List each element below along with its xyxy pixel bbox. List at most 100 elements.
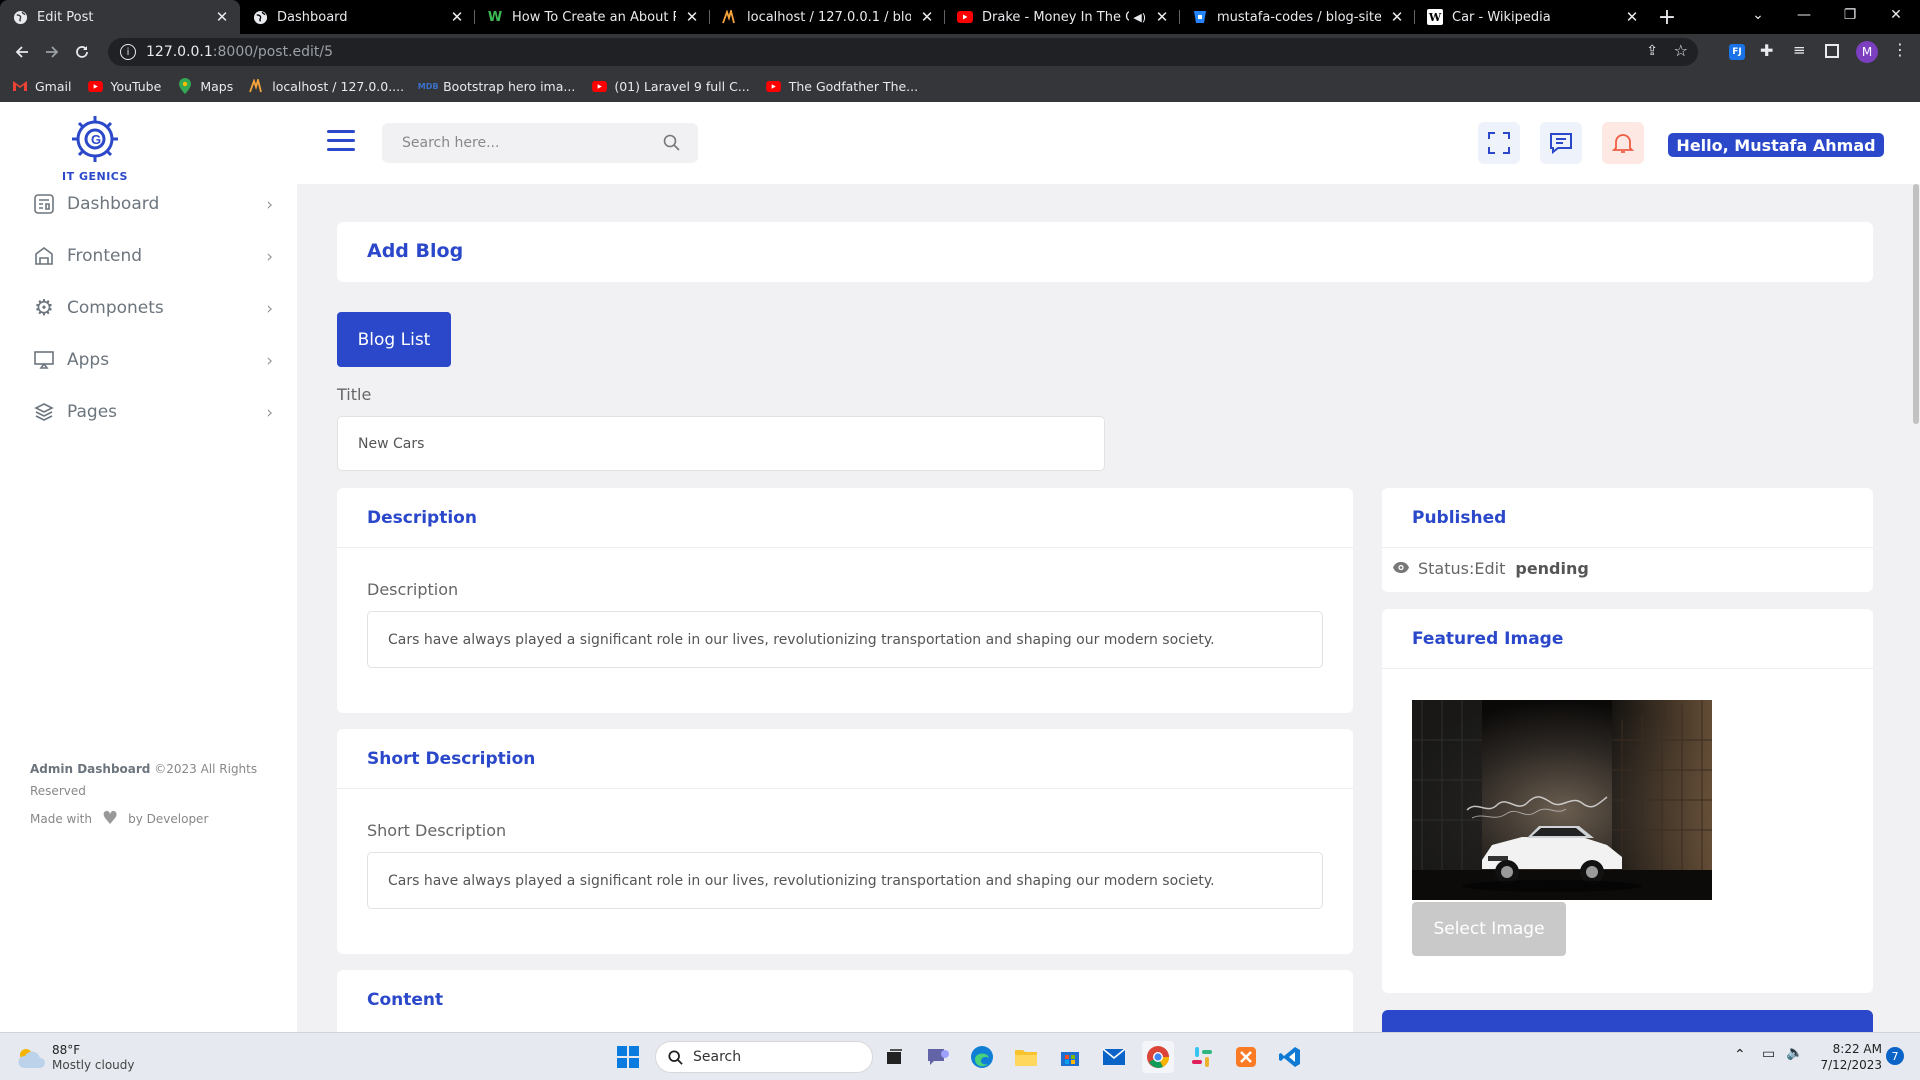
tab-dashboard[interactable]: Dashboard ✕ xyxy=(240,0,475,34)
status-badge: pending xyxy=(1515,559,1589,578)
close-tab-icon[interactable]: ✕ xyxy=(919,8,935,26)
search-placeholder: Search here... xyxy=(402,135,500,151)
minimize-button[interactable]: — xyxy=(1781,0,1827,30)
info-icon[interactable]: i xyxy=(120,44,136,60)
slack-icon[interactable] xyxy=(1186,1041,1218,1073)
notifications-button[interactable] xyxy=(1602,122,1644,164)
side-panel-icon[interactable] xyxy=(1825,44,1839,58)
title-input[interactable]: New Cars xyxy=(337,416,1105,471)
layers-icon xyxy=(33,401,55,423)
mail-icon[interactable] xyxy=(1098,1041,1130,1073)
clock[interactable]: 8:22 AM 7/12/2023 xyxy=(1812,1041,1882,1073)
url-field[interactable]: i 127.0.0.1:8000/post.edit/5 ⇪ ☆ xyxy=(108,38,1698,66)
short-description-input[interactable]: Cars have always played a significant ro… xyxy=(367,852,1323,909)
search-icon[interactable] xyxy=(663,134,680,155)
fullscreen-icon xyxy=(1488,132,1510,154)
new-tab-button[interactable]: + xyxy=(1650,0,1684,34)
weather-widget[interactable]: 88°F Mostly cloudy xyxy=(16,1043,135,1073)
notification-badge[interactable]: 7 xyxy=(1886,1047,1904,1065)
tab-phpmyadmin[interactable]: localhost / 127.0.0.1 / blog / pos ✕ xyxy=(710,0,945,34)
gear-logo-icon: G xyxy=(72,116,118,162)
description-input[interactable]: Cars have always played a significant ro… xyxy=(367,611,1323,668)
file-explorer-icon[interactable] xyxy=(1010,1041,1042,1073)
restore-button[interactable]: ❐ xyxy=(1827,0,1873,30)
media-control-icon[interactable]: ≡ xyxy=(1793,41,1806,59)
footer-copyright: Admin Dashboard ©2023 All Rights Reserve… xyxy=(30,758,270,802)
forward-arrow-icon[interactable] xyxy=(37,37,67,67)
gear-icon: ⚙ xyxy=(34,295,54,321)
description-card: Description Description Cars have always… xyxy=(337,488,1353,713)
user-greeting[interactable]: Hello, Mustafa Ahmad xyxy=(1668,133,1884,157)
scrollbar-thumb[interactable] xyxy=(1913,184,1919,424)
bookmark-gmail[interactable]: Gmail xyxy=(12,78,71,94)
tab-search-icon[interactable]: ⌄ xyxy=(1735,0,1781,30)
tab-about-page[interactable]: W How To Create an About Page ✕ xyxy=(475,0,710,34)
bookmark-star-icon[interactable]: ☆ xyxy=(1674,41,1688,60)
close-window-button[interactable]: ✕ xyxy=(1873,0,1919,30)
network-icon[interactable]: ▭ xyxy=(1762,1046,1775,1062)
share-icon[interactable]: ⇪ xyxy=(1646,43,1658,59)
chrome-icon[interactable] xyxy=(1142,1041,1174,1073)
microsoft-store-icon[interactable] xyxy=(1054,1041,1086,1073)
speaker-icon[interactable]: ◀) xyxy=(1133,11,1146,24)
logo[interactable]: G IT GENICS xyxy=(60,110,130,183)
edge-icon[interactable] xyxy=(966,1041,998,1073)
extension-fj-icon[interactable]: FJ xyxy=(1729,44,1745,60)
vscode-icon[interactable] xyxy=(1274,1041,1306,1073)
scrollbar[interactable] xyxy=(1912,184,1920,1032)
chat-icon xyxy=(1550,133,1572,154)
description-value: Cars have always played a significant ro… xyxy=(388,631,1215,648)
close-tab-icon[interactable]: ✕ xyxy=(214,8,230,26)
close-tab-icon[interactable]: ✕ xyxy=(1389,8,1405,26)
bookmark-godfather[interactable]: The Godfather The... xyxy=(766,78,918,94)
search-icon xyxy=(668,1049,683,1065)
page-title: Add Blog xyxy=(367,240,464,262)
close-tab-icon[interactable]: ✕ xyxy=(1624,8,1640,26)
volume-icon[interactable]: 🔈 xyxy=(1786,1045,1803,1061)
featured-image-preview xyxy=(1412,700,1712,900)
hamburger-menu-icon[interactable] xyxy=(327,130,355,152)
close-tab-icon[interactable]: ✕ xyxy=(449,8,465,26)
taskbar: 88°F Mostly cloudy Search ⌃ ▭ 🔈 8:22 AM … xyxy=(0,1032,1920,1080)
teams-chat-icon[interactable] xyxy=(922,1041,954,1073)
bookmark-localhost[interactable]: localhost / 127.0.0.... xyxy=(249,78,404,94)
bookmark-bootstrap[interactable]: MDB Bootstrap hero ima... xyxy=(418,78,576,94)
submit-button[interactable] xyxy=(1382,1010,1873,1032)
tab-bitbucket[interactable]: mustafa-codes / blog-site — Bit ✕ xyxy=(1180,0,1415,34)
sidebar-item-componets[interactable]: ⚙ Componets › xyxy=(33,288,273,328)
content-card: Content xyxy=(337,970,1353,1032)
sidebar-item-dashboard[interactable]: Dashboard › xyxy=(33,184,273,224)
sidebar: G IT GENICS Dashboard › Frontend › ⚙ Com… xyxy=(0,102,297,1032)
taskbar-search[interactable]: Search xyxy=(655,1041,873,1073)
select-image-button[interactable]: Select Image xyxy=(1412,902,1566,956)
search-input[interactable]: Search here... xyxy=(382,123,698,163)
bookmark-maps[interactable]: Maps xyxy=(177,78,233,94)
reload-icon[interactable] xyxy=(67,37,97,67)
bookmark-label: Maps xyxy=(200,78,234,94)
messages-button[interactable] xyxy=(1540,122,1582,164)
bookmark-label: Gmail xyxy=(35,78,72,94)
bookmark-youtube[interactable]: YouTube xyxy=(87,78,161,94)
sidebar-item-label: Frontend xyxy=(67,246,143,266)
close-tab-icon[interactable]: ✕ xyxy=(1154,8,1170,26)
windows-start-icon[interactable] xyxy=(612,1041,644,1073)
tab-youtube-drake[interactable]: Drake - Money In The Grave ◀) ✕ xyxy=(945,0,1180,34)
sidebar-item-pages[interactable]: Pages › xyxy=(33,392,273,432)
chevron-up-icon[interactable]: ⌃ xyxy=(1734,1047,1746,1063)
featured-image-card: Featured Image Select Image xyxy=(1382,609,1873,993)
back-arrow-icon[interactable] xyxy=(7,37,37,67)
fullscreen-button[interactable] xyxy=(1478,122,1520,164)
puzzle-icon[interactable]: ✚ xyxy=(1760,41,1773,60)
featured-image-card-title: Featured Image xyxy=(1382,609,1873,669)
avatar[interactable]: M xyxy=(1856,41,1878,63)
close-tab-icon[interactable]: ✕ xyxy=(684,8,700,26)
xampp-icon[interactable] xyxy=(1230,1041,1262,1073)
task-view-icon[interactable] xyxy=(878,1041,910,1073)
tab-edit-post[interactable]: Edit Post ✕ xyxy=(0,0,240,34)
blog-list-button[interactable]: Blog List xyxy=(337,312,451,367)
kebab-menu-icon[interactable]: ⋮ xyxy=(1892,40,1908,59)
tab-car-wikipedia[interactable]: W Car - Wikipedia ✕ xyxy=(1415,0,1650,34)
sidebar-item-apps[interactable]: Apps › xyxy=(33,340,273,380)
sidebar-item-frontend[interactable]: Frontend › xyxy=(33,236,273,276)
bookmark-laravel[interactable]: (01) Laravel 9 full C... xyxy=(591,78,750,94)
